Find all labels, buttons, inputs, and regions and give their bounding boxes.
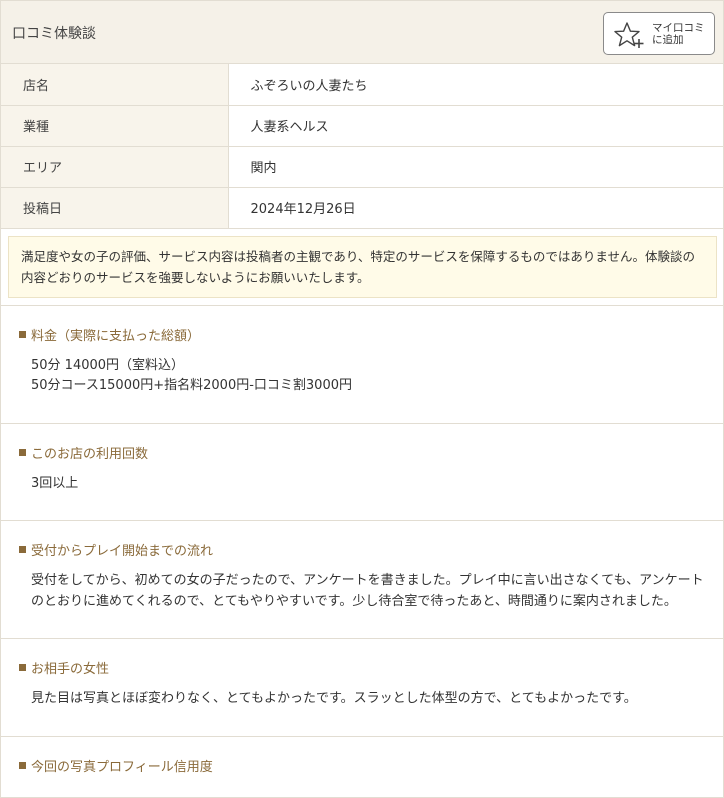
- add-to-my-reviews-button[interactable]: マイ口コミ に追加: [603, 12, 715, 55]
- section-body: 受付をしてから、初めての女の子だったので、アンケートを書きました。プレイ中に言い…: [19, 571, 705, 612]
- section-heading: 受付からプレイ開始までの流れ: [19, 540, 705, 559]
- section-title: お相手の女性: [31, 662, 110, 677]
- section-title: 今回の写真プロフィール信用度: [31, 759, 213, 775]
- shop-info-table: 店名 ふぞろいの人妻たち 業種 人妻系ヘルス エリア 関内 投稿日 2024年1…: [1, 64, 723, 229]
- section-body: 見た目は写真とほぼ変わりなく、とてもよかったです。スラッとした体型の方で、とても…: [19, 689, 705, 710]
- section-heading: 料金（実際に支払った総額）: [19, 325, 705, 344]
- info-label: エリア: [1, 146, 229, 188]
- info-row-area: エリア 関内: [1, 146, 723, 188]
- add-to-my-reviews-label: マイ口コミ に追加: [652, 22, 705, 46]
- section-price: 料金（実際に支払った総額） 50分 14000円（室料込） 50分コース1500…: [1, 306, 723, 424]
- section-heading: お相手の女性: [19, 658, 705, 677]
- info-label: 投稿日: [1, 187, 229, 229]
- section-heading: 今回の写真プロフィール信用度: [19, 756, 705, 775]
- review-header: 口コミ体験談 マイ口コミ に追加: [1, 1, 723, 64]
- review-panel: 口コミ体験談 マイ口コミ に追加 店名 ふぞろいの人妻たち 業種 人妻系ヘルス …: [0, 0, 724, 798]
- category-value: 人妻系ヘルス: [228, 105, 723, 147]
- partner-text: 見た目は写真とほぼ変わりなく、とてもよかったです。スラッとした体型の方で、とても…: [31, 691, 637, 706]
- posted-date-value: 2024年12月26日: [228, 187, 723, 229]
- section-title: 料金（実際に支払った総額）: [31, 328, 201, 344]
- star-plus-icon: [614, 22, 644, 48]
- info-row-shop: 店名 ふぞろいの人妻たち: [1, 64, 723, 106]
- info-label: 店名: [1, 64, 229, 106]
- reception-flow-text: 受付をしてから、初めての女の子だったので、アンケートを書きました。プレイ中に言い…: [31, 573, 704, 609]
- square-bullet-icon: [19, 664, 26, 671]
- button-label-line2: に追加: [652, 34, 684, 46]
- section-partner: お相手の女性 見た目は写真とほぼ変わりなく、とてもよかったです。スラッとした体型…: [1, 639, 723, 737]
- disclaimer-notice: 満足度や女の子の評価、サービス内容は投稿者の主観であり、特定のサービスを保障する…: [8, 235, 717, 298]
- section-heading: このお店の利用回数: [19, 443, 705, 462]
- square-bullet-icon: [19, 761, 26, 769]
- shop-name-value: ふぞろいの人妻たち: [228, 64, 723, 106]
- section-photo-credibility: 今回の写真プロフィール信用度: [1, 737, 723, 798]
- section-title: 受付からプレイ開始までの流れ: [31, 544, 214, 559]
- info-label: 業種: [1, 105, 229, 147]
- info-row-posted-date: 投稿日 2024年12月26日: [1, 187, 723, 229]
- section-title: このお店の利用回数: [31, 446, 149, 462]
- price-line: 50分 14000円（室料込）: [31, 357, 185, 373]
- disclaimer-container: 満足度や女の子の評価、サービス内容は投稿者の主観であり、特定のサービスを保障する…: [1, 229, 723, 306]
- section-body: 50分 14000円（室料込） 50分コース15000円+指名料2000円-口コ…: [19, 356, 705, 397]
- price-line: 50分コース15000円+指名料2000円-口コミ割3000円: [31, 378, 352, 393]
- square-bullet-icon: [19, 546, 26, 553]
- visit-count-text: 3回以上: [31, 475, 79, 491]
- section-visit-count: このお店の利用回数 3回以上: [1, 424, 723, 521]
- square-bullet-icon: [19, 448, 26, 456]
- page-title: 口コミ体験談: [12, 26, 96, 42]
- section-body: 3回以上: [19, 474, 705, 495]
- square-bullet-icon: [19, 330, 26, 338]
- area-value: 関内: [228, 146, 723, 188]
- info-row-category: 業種 人妻系ヘルス: [1, 105, 723, 147]
- button-label-line1: マイ口コミ: [652, 22, 705, 34]
- section-reception-flow: 受付からプレイ開始までの流れ 受付をしてから、初めての女の子だったので、アンケー…: [1, 521, 723, 639]
